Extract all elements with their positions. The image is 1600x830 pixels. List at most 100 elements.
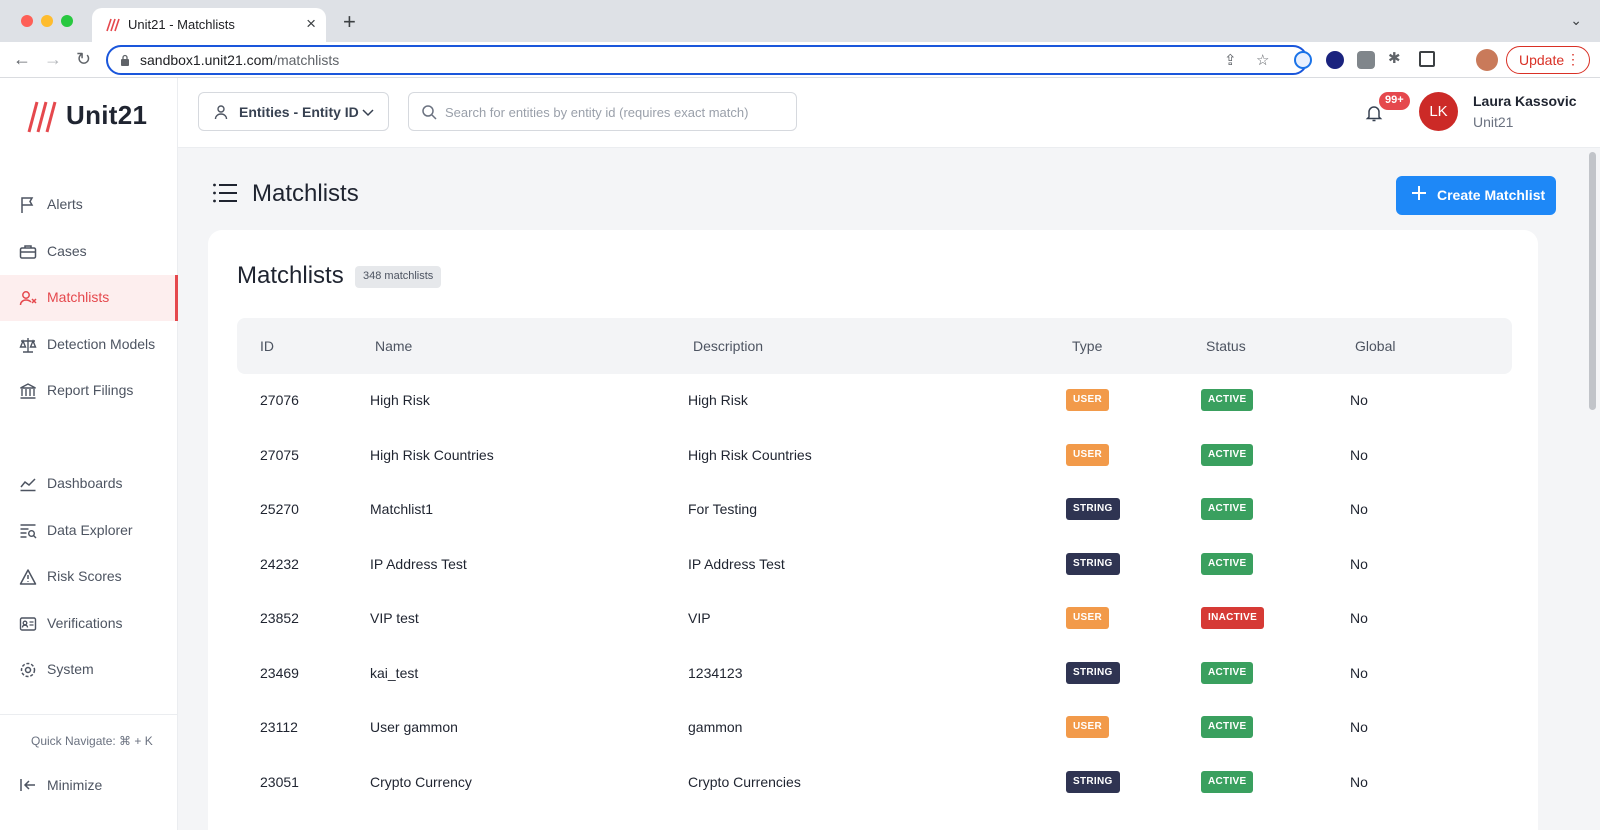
bank-icon [20,383,36,399]
column-header-name[interactable]: Name [375,338,412,354]
type-badge: USER [1066,716,1109,738]
list-icon [213,183,237,203]
cell-name: Crypto Currency [370,773,472,790]
browser-tab-bar: Unit21 - Matchlists × + ⌄ [0,0,1600,42]
cell-global: No [1350,392,1368,408]
update-label: Update [1519,52,1565,68]
table-row[interactable]: 23469 kai_test 1234123 STRING ACTIVE No [237,647,1512,701]
status-badge: ACTIVE [1201,770,1254,793]
table-row[interactable]: 24232 IP Address Test IP Address Test STRIN… [237,538,1512,592]
column-header-global[interactable]: Global [1355,338,1395,354]
unit21-logo[interactable]: Unit21 [26,100,147,134]
sidebar-item-system[interactable]: System [0,647,178,693]
cell-name: IP Address Test [370,555,467,572]
sidebar-item-cases[interactable]: Cases [0,229,178,275]
briefcase-icon [19,245,37,259]
minimize-label: Minimize [47,777,103,793]
sidebar-item-matchlists[interactable]: Matchlists [0,275,178,321]
cell-name: High Risk [370,392,430,408]
sidebar-item-alerts[interactable]: Alerts [0,182,178,228]
update-button[interactable]: Update ⋮ [1506,46,1590,74]
table-row[interactable]: 23112 User gammon gammon USER ACTIVE No [237,701,1512,755]
create-matchlist-label: Create Matchlist [1437,187,1546,203]
forward-arrow-icon[interactable]: → [44,49,62,69]
extension-1-icon[interactable] [1294,51,1312,69]
cell-id: 23051 [260,773,299,790]
column-header-status[interactable]: Status [1206,338,1246,354]
sidebar-item-label: Data Explorer [47,522,133,538]
flag-icon [21,197,34,213]
window-minimize-button[interactable] [41,15,53,27]
table-search-icon [20,524,37,539]
profile-avatar[interactable] [1476,49,1498,71]
cell-name: High Risk Countries [370,446,494,463]
search-input[interactable] [445,102,785,122]
cell-global: No [1350,664,1368,681]
status-badge: ACTIVE [1201,443,1254,466]
url-text: sandbox1.unit21.com/matchlists [140,52,339,68]
cell-description: 1234123 [688,664,743,681]
type-badge: STRING [1066,498,1120,520]
status-badge: INACTIVE [1201,607,1265,629]
table-row[interactable]: 23852 VIP test VIP USER INACTIVE No [237,592,1512,646]
cell-description: High Risk [688,392,748,408]
entity-type-select[interactable]: Entities - Entity ID [198,92,389,131]
cell-global: No [1350,446,1368,463]
entity-search [408,92,797,131]
back-arrow-icon[interactable]: ← [13,49,31,69]
sidebar-item-data-explorer[interactable]: Data Explorer [0,508,178,554]
table-row[interactable]: 27076 High Risk High Risk USER ACTIVE No [237,374,1512,428]
column-header-type[interactable]: Type [1072,338,1102,354]
card-title: Matchlists [237,262,344,289]
browser-toolbar: ← → ↻ sandbox1.unit21.com/matchlists ⇪ ☆… [0,42,1600,78]
side-panel-icon[interactable] [1419,51,1435,67]
minimize-sidebar-button[interactable]: Minimize [0,768,178,804]
bookmark-star-icon[interactable]: ☆ [1256,51,1269,69]
cell-id: 27075 [260,446,299,463]
url-path: /matchlists [273,52,340,68]
table-row[interactable]: 23051 Crypto Currency Crypto Currencies STR… [237,756,1512,810]
sidebar-item-label: Alerts [47,196,83,212]
status-badge: ACTIVE [1201,716,1254,738]
unit21-favicon-icon [106,18,120,32]
new-tab-icon[interactable]: + [343,11,356,33]
share-icon[interactable]: ⇪ [1224,51,1237,69]
user-name[interactable]: Laura Kassovic [1473,93,1577,109]
sidebar-item-detection-models[interactable]: Detection Models [0,322,178,368]
reload-icon[interactable]: ↻ [76,49,91,69]
sidebar-item-label: Dashboards [47,475,123,491]
user-icon [214,105,228,120]
cell-id: 25270 [260,501,299,517]
address-bar[interactable]: sandbox1.unit21.com/matchlists ⇪ ☆ [106,45,1308,75]
extensions-puzzle-icon[interactable]: ✱ [1388,49,1406,67]
more-vert-icon: ⋮ [1566,51,1580,67]
page-scrollbar[interactable] [1585,148,1600,830]
browser-tab-title: Unit21 - Matchlists [128,17,235,32]
column-header-description[interactable]: Description [693,338,763,354]
tab-list-chevron-icon[interactable]: ⌄ [1570,12,1582,29]
window-zoom-button[interactable] [61,15,73,27]
sidebar-item-verifications[interactable]: Verifications [0,601,178,647]
tab-close-icon[interactable]: × [306,14,316,34]
browser-tab[interactable]: Unit21 - Matchlists × [92,8,326,42]
table-row[interactable]: 27075 High Risk Countries High Risk Countr… [237,429,1512,483]
status-badge: ACTIVE [1201,661,1254,684]
table-row[interactable]: 25270 Matchlist1 For Testing STRING ACTIVE No [237,483,1512,537]
column-header-id[interactable]: ID [260,338,274,354]
sidebar-item-dashboards[interactable]: Dashboards [0,461,178,507]
user-x-icon [19,291,37,306]
scrollbar-thumb[interactable] [1589,152,1596,410]
user-avatar[interactable]: LK [1419,92,1458,131]
plus-icon [1412,186,1426,200]
extension-3-icon[interactable] [1357,51,1375,69]
type-badge: STRING [1066,552,1120,575]
matchlists-card: Matchlists 348 matchlists ID Name Descri… [208,230,1538,830]
sidebar-item-label: Verifications [47,615,123,631]
window-close-button[interactable] [21,15,33,27]
create-matchlist-button[interactable]: Create Matchlist [1396,176,1556,215]
sidebar-item-risk-scores[interactable]: Risk Scores [0,554,178,600]
matchlist-count-badge: 348 matchlists [355,266,442,288]
sidebar-item-report-filings[interactable]: Report Filings [0,368,178,414]
cell-description: IP Address Test [688,555,785,572]
extension-2-icon[interactable] [1326,51,1344,69]
